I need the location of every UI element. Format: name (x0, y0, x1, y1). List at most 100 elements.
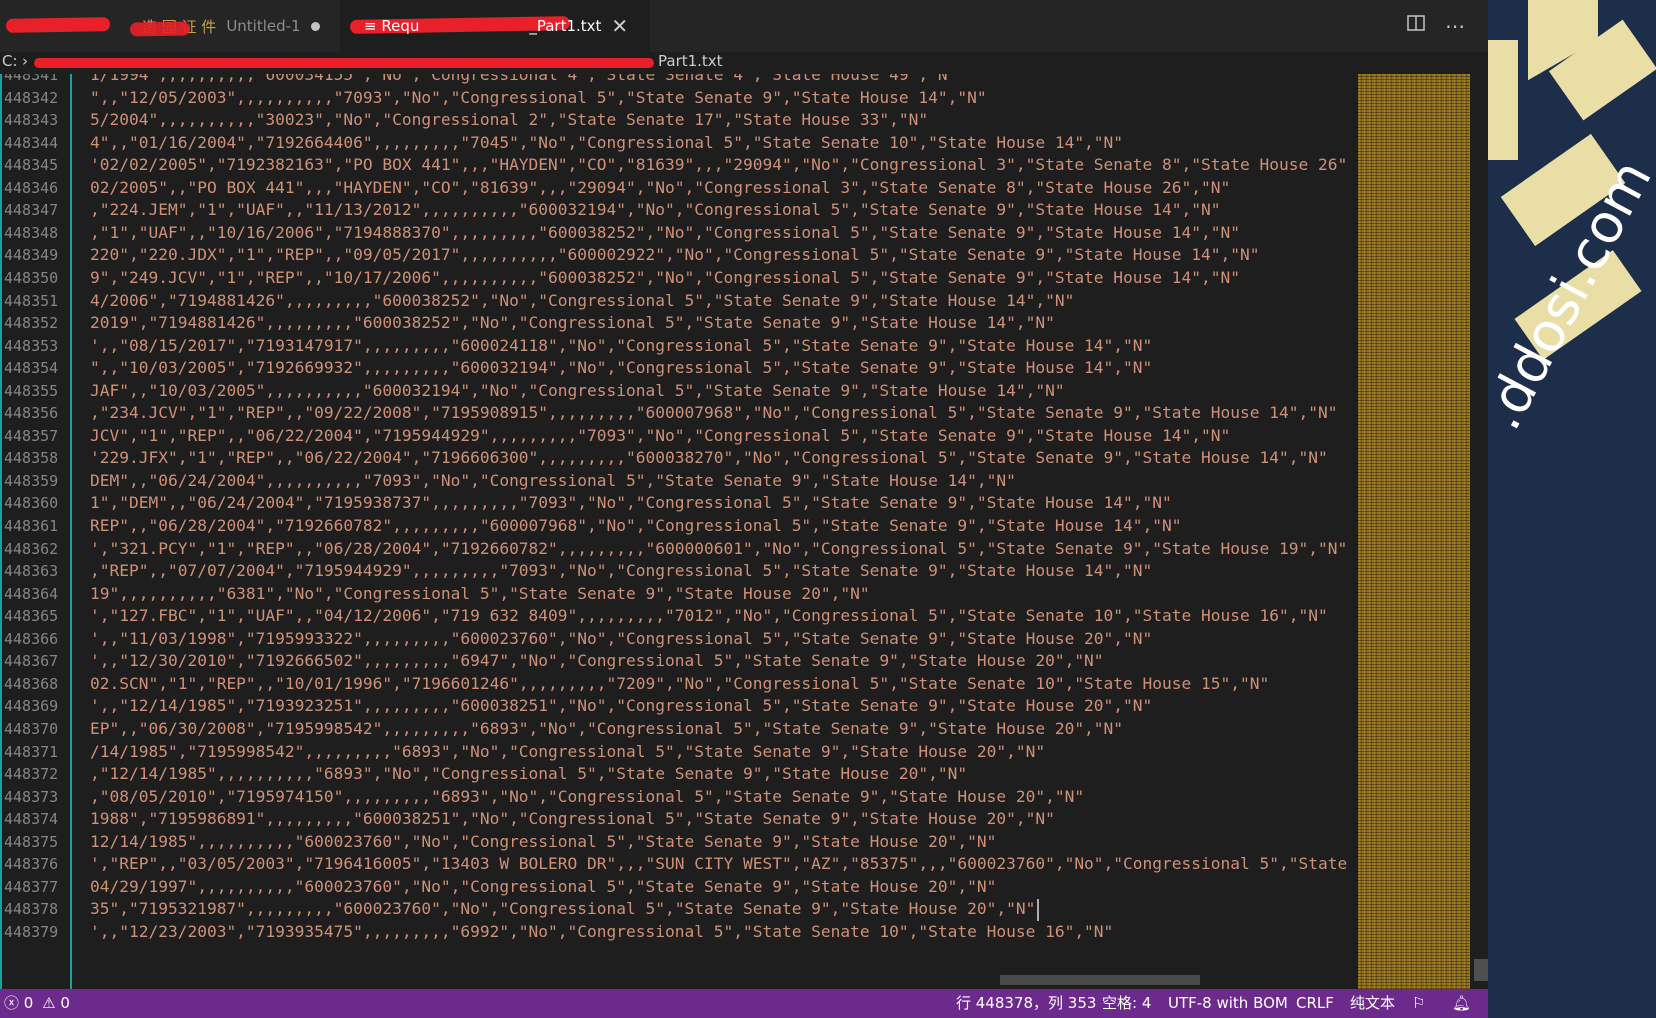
code-line[interactable]: ,"REP",,"07/07/2004","7195944929",,,,,,,… (90, 559, 1350, 583)
line-number: 448363 (4, 562, 59, 581)
bell-icon[interactable]: 🔔︎ (1452, 989, 1471, 1018)
code-line[interactable]: ',"REP",,"03/05/2003","7196416005","1340… (90, 852, 1350, 876)
code-line[interactable]: 4",,"01/16/2004","7192664406",,,,,,,,,"7… (90, 131, 1350, 155)
line-number: 448376 (4, 855, 59, 874)
code-line[interactable]: ,"224.JEM","1","UAF",,"11/13/2012",,,,,,… (90, 198, 1350, 222)
code-line[interactable]: DEM",,"06/24/2004",,,,,,,,,,"7093","No",… (90, 469, 1350, 493)
code-line[interactable]: 12/14/1985",,,,,,,,,,"600023760","No","C… (90, 830, 1350, 854)
status-bar: ⓧ 0 ⚠ 0 行 448378，列 353 空格: 4 UTF-8 with … (0, 989, 1488, 1018)
code-line[interactable]: EP",,"06/30/2008","7195998542",,,,,,,,,"… (90, 717, 1350, 741)
code-line[interactable]: ',"321.PCY","1","REP",,"06/28/2004","719… (90, 537, 1350, 561)
error-count: 0 (23, 994, 34, 1012)
code-line[interactable]: ",,"10/03/2005","7192669932",,,,,,,,,"60… (90, 356, 1350, 380)
code-line[interactable]: ,"234.JCV","1","REP",,"09/22/2008","7195… (90, 401, 1350, 425)
breadcrumb: C: › Part1.txt (0, 52, 1488, 74)
minimap[interactable] (1358, 74, 1470, 989)
code-line[interactable]: ,"08/05/2010","7195974150",,,,,,,,,"6893… (90, 785, 1350, 809)
breadcrumb-drive[interactable]: C: (2, 52, 18, 70)
code-line[interactable]: 19",,,,,,,,,,"6381","No","Congressional … (90, 582, 1350, 606)
code-line[interactable]: ',,"12/23/2003","7193935475",,,,,,,,,"69… (90, 920, 1350, 944)
line-number: 448374 (4, 810, 59, 829)
code-line[interactable]: JAF",,"10/03/2005",,,,,,,,,,"600032194",… (90, 379, 1350, 403)
code-line[interactable]: ",,"12/05/2003",,,,,,,,,,"7093","No","Co… (90, 86, 1350, 110)
tab-redacted-first[interactable] (0, 0, 130, 52)
code-line[interactable]: /14/1985","7195998542",,,,,,,,,"6893","N… (90, 740, 1350, 764)
line-number: 448341 (4, 74, 59, 84)
code-line[interactable]: '229.JFX","1","REP",,"06/22/2004","71966… (90, 446, 1350, 470)
code-line[interactable]: 4/2006","7194881426",,,,,,,,,"600038252"… (90, 289, 1350, 313)
code-line[interactable]: 220","220.JDX","1","REP",,"09/05/2017",,… (90, 243, 1350, 267)
tab-label: Untitled-1 (226, 17, 301, 35)
line-number: 448352 (4, 314, 59, 333)
line-number: 448354 (4, 359, 59, 378)
line-number: 448370 (4, 719, 59, 738)
editor-text-area[interactable]: 448341 448342 448343 448344 448345 448346 4483… (0, 74, 1350, 989)
line-number: 448350 (4, 268, 59, 287)
code-line[interactable]: REP",,"06/28/2004","7192660782",,,,,,,,,… (90, 514, 1350, 538)
scrollbar-thumb[interactable] (1474, 959, 1488, 981)
line-number-gutter: 448341 448342 448343 448344 448345 448346 4483… (0, 74, 72, 989)
line-number: 448351 (4, 291, 59, 310)
more-actions-icon[interactable]: ⋯ (1443, 14, 1467, 38)
tab-bar: 造 园 证 件 Untitled-1 ≡ Requ _Part1.txt ✕ ⋯ (0, 0, 1488, 52)
indentation[interactable]: 空格: 4 (1102, 989, 1151, 1018)
desktop-wallpaper (1488, 0, 1656, 1018)
encoding[interactable]: UTF-8 with BOM (1168, 989, 1288, 1018)
breadcrumb-file[interactable]: Part1.txt (658, 52, 723, 70)
line-number: 448355 (4, 381, 59, 400)
tab-untitled-1[interactable]: 造 园 证 件 Untitled-1 (129, 0, 340, 52)
code-line[interactable]: 02.SCN","1","REP",,"10/01/1996","7196601… (90, 672, 1350, 696)
code-line[interactable]: ',,"08/15/2017","7193147917",,,,,,,,,"60… (90, 334, 1350, 358)
code-line[interactable]: 2019","7194881426",,,,,,,,,"600038252","… (90, 311, 1350, 335)
code-line[interactable]: 5/2004",,,,,,,,,,"30023","No","Congressi… (90, 108, 1350, 132)
code-line[interactable]: ,"12/14/1985",,,,,,,,,,"6893","No","Cong… (90, 762, 1350, 786)
code-line[interactable]: 35","7195321987",,,,,,,,,"600023760","No… (90, 897, 1350, 921)
line-number: 448375 (4, 832, 59, 851)
text-cursor (1037, 899, 1040, 922)
tab-label: _Part1.txt (529, 17, 602, 35)
line-number: 448349 (4, 246, 59, 265)
code-line[interactable]: ',"127.FBC","1","UAF",,"04/12/2006","719… (90, 604, 1350, 628)
line-number: 448348 (4, 223, 59, 242)
tab-part1-txt[interactable]: ≡ Requ _Part1.txt ✕ (340, 0, 650, 52)
code-line[interactable]: ,"1","UAF",,"10/16/2006","7194888370",,,… (90, 221, 1350, 245)
line-number: 448368 (4, 674, 59, 693)
line-number: 448367 (4, 652, 59, 671)
feedback-icon[interactable]: ⚐ (1412, 989, 1425, 1018)
split-editor-icon[interactable] (1404, 14, 1428, 38)
close-icon[interactable]: ✕ (611, 14, 628, 38)
redaction-mark (34, 58, 654, 68)
error-icon: ⓧ (4, 994, 20, 1012)
line-number: 448345 (4, 156, 59, 175)
problems-indicator[interactable]: ⓧ 0 ⚠ 0 (4, 989, 70, 1018)
code-line[interactable]: 04/29/1997",,,,,,,,,,"600023760","No","C… (90, 875, 1350, 899)
warning-count: 0 (60, 994, 70, 1012)
warning-icon: ⚠ (42, 994, 56, 1012)
code-line[interactable]: JCV","1","REP",,"06/22/2004","7195944929… (90, 424, 1350, 448)
line-ending[interactable]: CRLF (1296, 989, 1334, 1018)
horizontal-scrollbar-thumb[interactable] (1000, 975, 1200, 985)
vertical-scrollbar[interactable] (1474, 74, 1488, 989)
line-number: 448360 (4, 494, 59, 513)
code-line[interactable]: ',,"12/14/1985","7193923251",,,,,,,,,"60… (90, 694, 1350, 718)
code-line[interactable]: 1988","7195986891",,,,,,,,,"600038251","… (90, 807, 1350, 831)
code-line[interactable]: 1","DEM",,"06/24/2004","7195938737",,,,,… (90, 491, 1350, 515)
line-number: 448343 (4, 111, 59, 130)
code-line[interactable]: ',,"11/03/1998","7195993322",,,,,,,,,"60… (90, 627, 1350, 651)
line-number: 448364 (4, 584, 59, 603)
cursor-position[interactable]: 行 448378，列 353 (956, 989, 1096, 1018)
line-number: 448342 (4, 88, 59, 107)
code-line[interactable]: 9","249.JCV","1","REP",,"10/17/2006",,,,… (90, 266, 1350, 290)
line-number: 448356 (4, 404, 59, 423)
code-line[interactable]: '02/02/2005","7192382163","PO BOX 441",,… (90, 153, 1350, 177)
code-line[interactable]: ',,"12/30/2010","7192666502",,,,,,,,,"69… (90, 649, 1350, 673)
code-line[interactable]: 02/2005",,"PO BOX 441",,,"HAYDEN","CO","… (90, 176, 1350, 200)
line-number: 448365 (4, 607, 59, 626)
wallpaper-tile (1488, 40, 1518, 160)
line-number: 448344 (4, 133, 59, 152)
line-number: 448378 (4, 900, 59, 919)
line-number: 448358 (4, 449, 59, 468)
line-number: 448369 (4, 697, 59, 716)
language-mode[interactable]: 纯文本 (1350, 989, 1395, 1018)
line-number: 448353 (4, 336, 59, 355)
